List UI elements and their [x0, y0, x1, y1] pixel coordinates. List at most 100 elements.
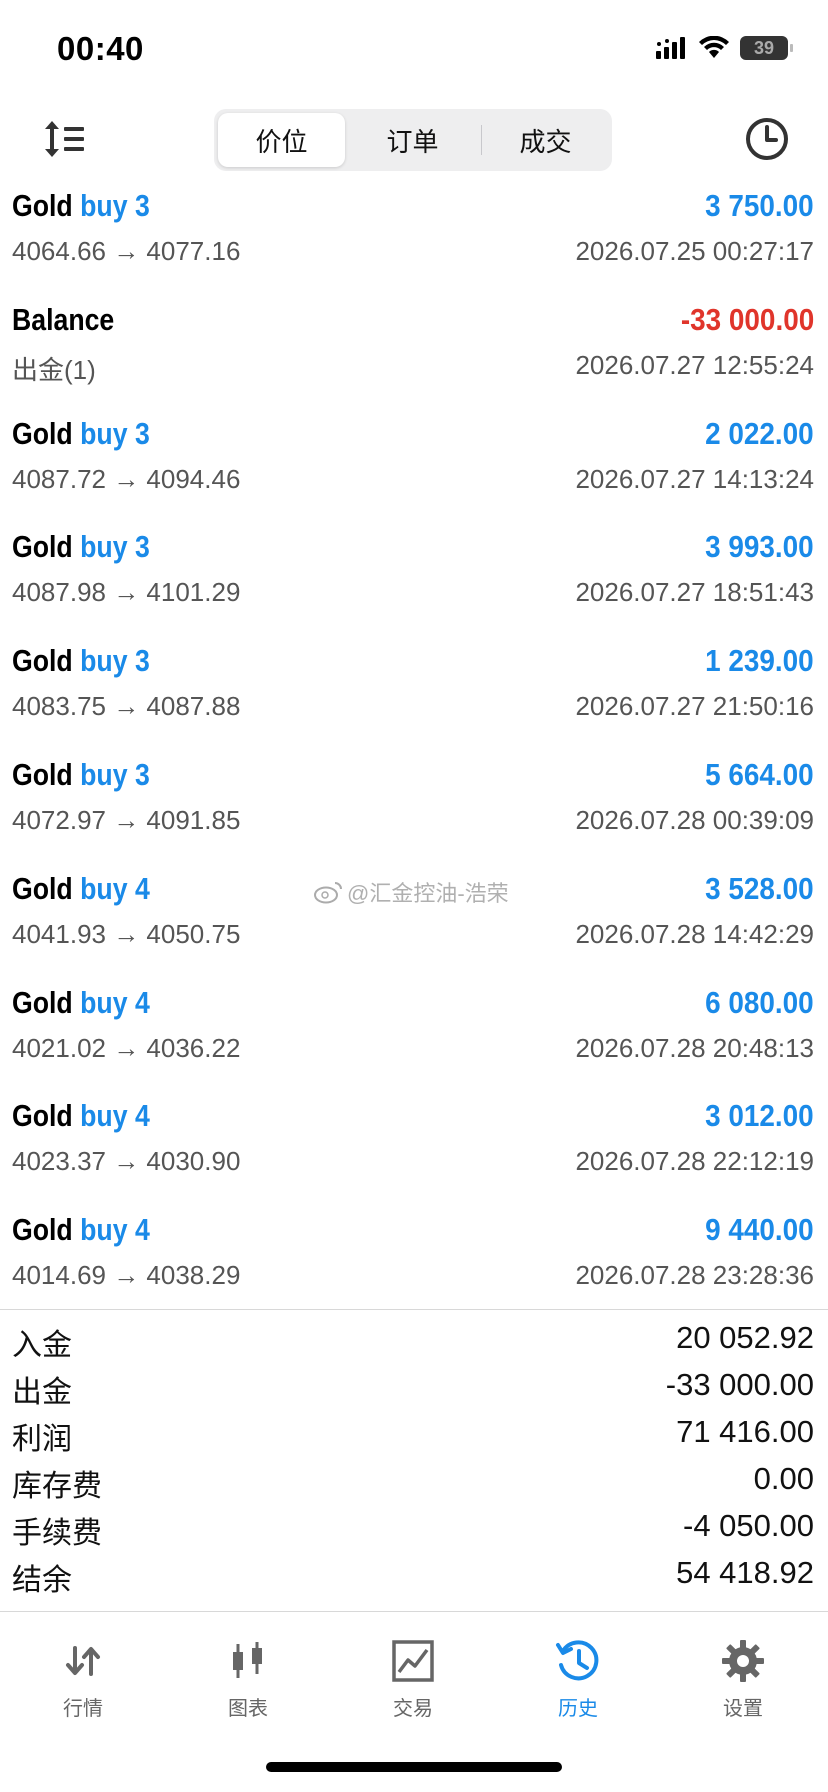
deal-symbol: Gold buy 3 — [12, 415, 150, 451]
nav-chart[interactable]: 图表 — [188, 1638, 308, 1721]
nav-label: 设置 — [723, 1698, 763, 1720]
deal-profit: 3 993.00 — [705, 529, 814, 565]
nav-label: 交易 — [393, 1698, 433, 1720]
deal-prices: 4072.97 → 4091.85 — [12, 804, 241, 835]
nav-label: 行情 — [63, 1698, 103, 1720]
summary-value: 71 416.00 — [676, 1414, 814, 1449]
sort-icon[interactable] — [40, 117, 88, 161]
candlestick-chart-icon — [233, 1642, 262, 1678]
watermark: @汇金控油-浩荣 — [313, 876, 509, 908]
deal-list: Gold buy 3 3 750.00 4064.66 → 4077.16 20… — [0, 181, 828, 1319]
deal-symbol: Gold buy 4 — [12, 1212, 150, 1248]
deal-type: buy 3 — [80, 188, 150, 223]
nav-settings[interactable]: 设置 — [683, 1638, 803, 1721]
deal-type: buy 3 — [80, 529, 150, 565]
summary-divider — [0, 1309, 828, 1310]
segmented-control: 价位 订单 成交 — [214, 109, 612, 171]
deal-profit: 6 080.00 — [705, 984, 814, 1020]
summary-row-commission: 手续费 -4 050.00 — [0, 1506, 828, 1553]
deal-prices: 4087.72 → 4094.46 — [12, 463, 241, 494]
deal-profit: 1 239.00 — [705, 643, 814, 679]
status-icons: 39 — [656, 36, 793, 60]
deal-time: 2026.07.28 00:39:09 — [575, 804, 814, 835]
deal-profit: 9 440.00 — [705, 1212, 814, 1248]
deal-time: 2026.07.25 00:27:17 — [575, 236, 814, 266]
deal-time: 2026.07.28 14:42:29 — [575, 918, 814, 949]
deal-symbol: Gold buy 4 — [12, 1098, 150, 1134]
deal-prices: 4041.93 → 4050.75 — [12, 918, 241, 949]
summary-row-withdrawal: 出金 -33 000.00 — [0, 1365, 828, 1412]
summary-label: 入金 — [12, 1329, 72, 1362]
deal-row[interactable]: Gold buy 3 3 750.00 4064.66 → 4077.16 20… — [0, 181, 828, 295]
summary-row-swap: 库存费 0.00 — [0, 1459, 828, 1506]
status-time: 00:40 — [57, 30, 144, 67]
summary-row-deposit: 入金 20 052.92 — [0, 1318, 828, 1365]
deal-row[interactable]: Balance -33 000.00 出金(1) 2026.07.27 12:5… — [0, 295, 828, 409]
summary-value: 20 052.92 — [676, 1320, 814, 1355]
deal-time: 2026.07.28 22:12:19 — [575, 1146, 814, 1177]
deal-type: buy 4 — [80, 984, 150, 1020]
deal-profit: 3 528.00 — [705, 870, 814, 906]
nav-trade[interactable]: 交易 — [353, 1638, 473, 1721]
summary: 入金 20 052.92 出金 -33 000.00 利润 71 416.00 … — [0, 1318, 828, 1600]
deal-prices: 4021.02 → 4036.22 — [12, 1032, 241, 1063]
deal-time: 2026.07.27 18:51:43 — [575, 577, 814, 608]
tab-deals[interactable]: 成交 — [482, 113, 609, 167]
deal-row[interactable]: Gold buy 3 1 239.00 4083.75 → 4087.88 20… — [0, 636, 828, 750]
weibo-logo-icon — [314, 882, 342, 904]
deal-row[interactable]: Gold buy 4 6 080.00 4021.02 → 4036.22 20… — [0, 978, 828, 1092]
deal-prices: 4083.75 → 4087.88 — [12, 691, 241, 722]
history-toolbar: 价位 订单 成交 — [0, 105, 828, 175]
home-indicator — [266, 1762, 562, 1772]
summary-row-profit: 利润 71 416.00 — [0, 1412, 828, 1459]
deal-symbol: Gold buy 3 — [12, 756, 150, 792]
gear-icon — [722, 1640, 764, 1682]
status-bar: 00:40 39 — [0, 0, 828, 100]
deal-prices: 4014.69 → 4038.29 — [12, 1260, 241, 1291]
summary-value: -33 000.00 — [665, 1367, 814, 1402]
summary-label: 结余 — [12, 1564, 72, 1597]
deal-prices: 4023.37 → 4030.90 — [12, 1146, 241, 1177]
deal-profit: 2 022.00 — [705, 415, 814, 451]
deal-time: 2026.07.28 23:28:36 — [575, 1260, 814, 1291]
deal-time: 2026.07.27 14:13:24 — [575, 463, 814, 494]
deal-row[interactable]: Gold buy 3 3 993.00 4087.98 → 4101.29 20… — [0, 522, 828, 636]
deal-row[interactable]: Gold buy 4 9 440.00 4014.69 → 4038.29 20… — [0, 1205, 828, 1319]
deal-time: 2026.07.27 12:55:24 — [575, 349, 814, 380]
deal-type: buy 4 — [80, 1098, 150, 1134]
nav-label: 历史 — [558, 1698, 598, 1720]
summary-label: 库存费 — [12, 1470, 102, 1503]
deal-comment: 出金(1) — [12, 354, 96, 385]
nav-quotes[interactable]: 行情 — [23, 1638, 143, 1721]
tab-orders[interactable]: 订单 — [349, 113, 476, 167]
deal-profit: -33 000.00 — [680, 301, 814, 337]
deal-profit: 3 750.00 — [705, 188, 814, 223]
deal-type: buy 4 — [80, 870, 150, 906]
summary-value: 0.00 — [753, 1461, 814, 1496]
deal-type: buy 3 — [80, 415, 150, 451]
deal-profit: 3 012.00 — [705, 1098, 814, 1134]
deal-time: 2026.07.27 21:50:16 — [575, 691, 814, 722]
deal-symbol: Balance — [12, 301, 115, 337]
deal-type: buy 4 — [80, 1212, 150, 1248]
history-clock-icon — [556, 1640, 599, 1681]
clock-icon[interactable] — [743, 115, 791, 163]
deal-type: buy 3 — [80, 643, 150, 679]
deal-profit: 5 664.00 — [705, 756, 814, 792]
summary-value: -4 050.00 — [683, 1508, 814, 1543]
summary-value: 54 418.92 — [676, 1555, 814, 1590]
nav-label: 图表 — [228, 1698, 268, 1720]
tab-positions[interactable]: 价位 — [218, 113, 345, 167]
nav-history[interactable]: 历史 — [518, 1638, 638, 1721]
deal-prices: 4064.66 → 4077.16 — [12, 236, 241, 266]
watermark-text: @汇金控油-浩荣 — [347, 881, 509, 906]
summary-label: 手续费 — [12, 1517, 102, 1550]
cellular-signal-icon — [656, 37, 685, 59]
summary-label: 出金 — [12, 1376, 72, 1409]
trade-chart-icon — [392, 1640, 434, 1682]
deal-row[interactable]: Gold buy 3 2 022.00 4087.72 → 4094.46 20… — [0, 409, 828, 523]
deal-row[interactable]: Gold buy 4 3 012.00 4023.37 → 4030.90 20… — [0, 1091, 828, 1205]
deal-prices: 4087.98 → 4101.29 — [12, 577, 241, 608]
deal-row[interactable]: Gold buy 3 5 664.00 4072.97 → 4091.85 20… — [0, 750, 828, 864]
summary-row-balance: 结余 54 418.92 — [0, 1553, 828, 1600]
